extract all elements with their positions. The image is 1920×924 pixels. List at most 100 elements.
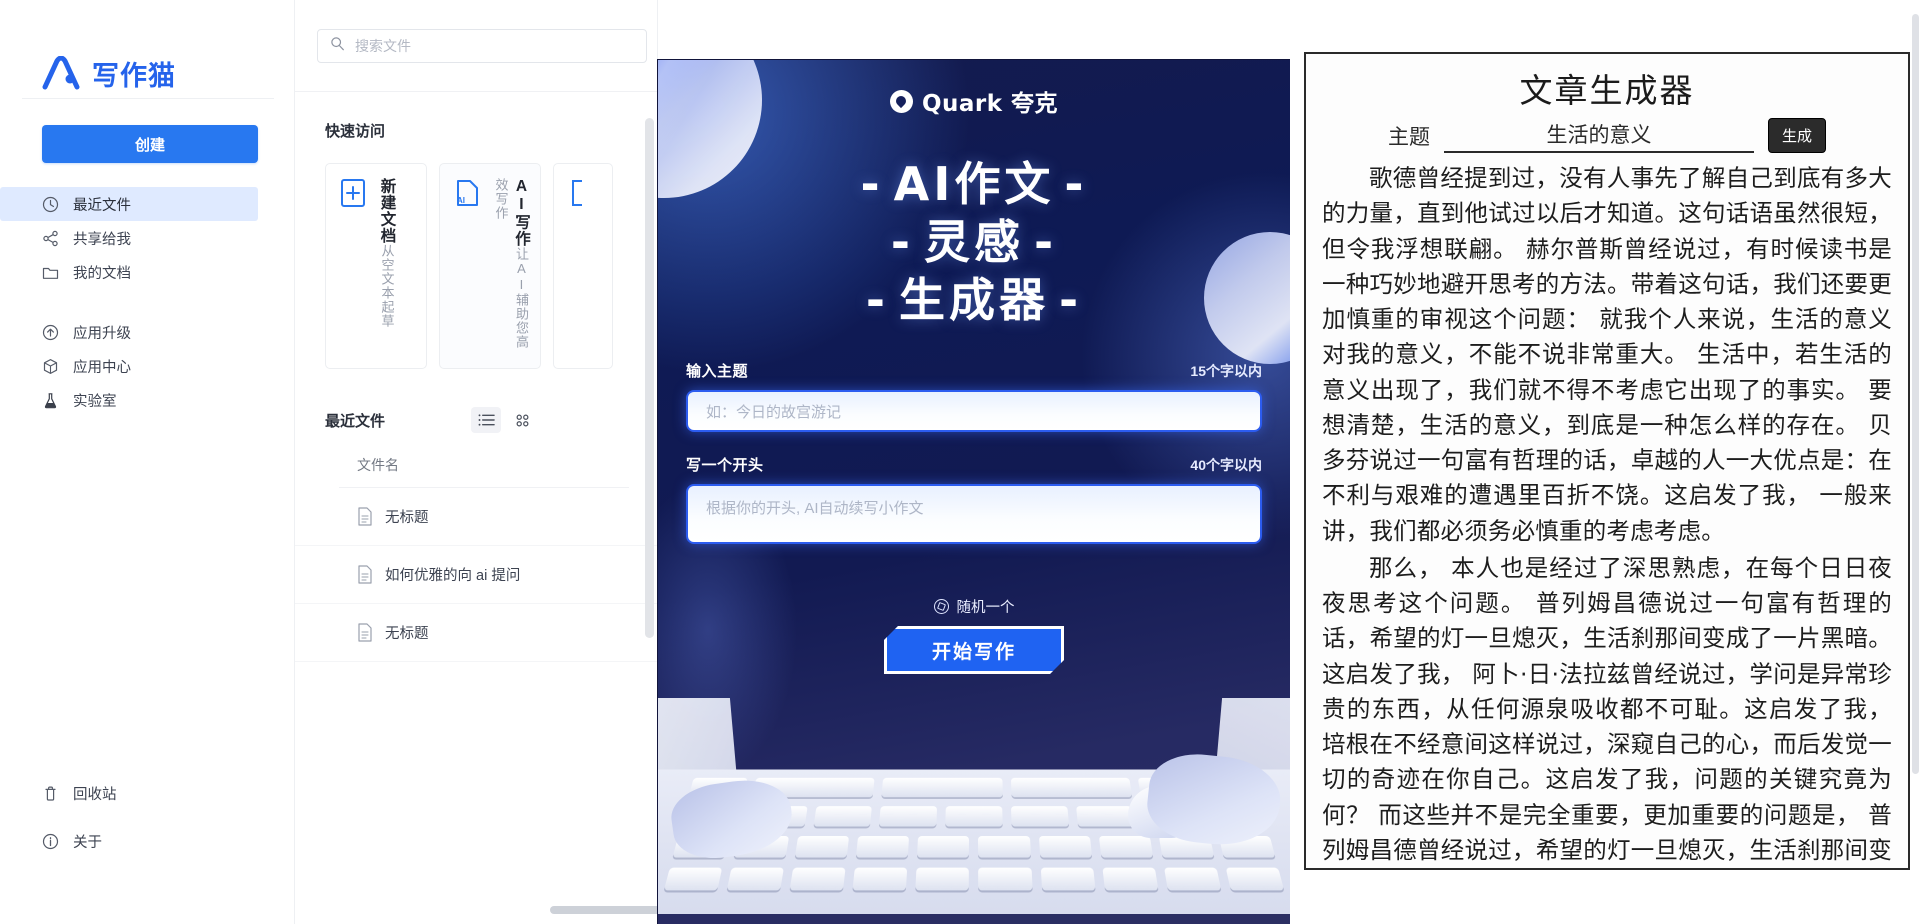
topic-label-row: 输入主题 15个字以内 — [686, 360, 1262, 381]
start-writing-button[interactable]: 开始写作 — [884, 626, 1064, 674]
app-root: 写作猫 创建 最近文件 共享给我 我的文档 应用升级 应用中心 实验室 回收站 … — [0, 0, 1920, 924]
clock-icon — [42, 196, 59, 213]
page-title: 文章生成器 — [1322, 64, 1892, 112]
document-icon — [357, 507, 373, 526]
topic-input-field[interactable]: 生活的意义 — [1444, 119, 1754, 153]
quick-card-title: AI写作 — [513, 178, 530, 247]
sidebar-item-recent-files[interactable]: 最近文件 — [0, 187, 258, 221]
quark-form: 输入主题 15个字以内 如：今日的故宫游记 写一个开头 40个字以内 根据你的开… — [686, 360, 1262, 544]
table-row[interactable]: 无标题 — [295, 488, 657, 546]
document-icon — [357, 623, 373, 642]
sidebar-item-label: 最近文件 — [73, 194, 131, 215]
key — [1040, 868, 1095, 891]
opening-label: 写一个开头 — [686, 454, 764, 475]
sidebar-nav: 最近文件 共享给我 我的文档 应用升级 应用中心 实验室 — [0, 187, 294, 417]
list-view-icon[interactable] — [471, 407, 501, 433]
article-scrollbar[interactable] — [1912, 14, 1919, 774]
column-header-filename: 文件名 — [339, 455, 629, 487]
sidebar-item-lab[interactable]: 实验室 — [0, 383, 258, 417]
sidebar-item-label: 实验室 — [73, 390, 117, 411]
table-row[interactable]: 无标题 — [295, 604, 657, 662]
horizontal-scrollbar[interactable] — [550, 906, 658, 914]
hero-line-3: 生成器 — [856, 272, 1092, 330]
sidebar-item-label: 应用升级 — [73, 322, 131, 343]
quick-card-text: AI写作让AI辅助您高效写作 — [490, 178, 531, 358]
svg-text:AI: AI — [457, 196, 465, 205]
quick-card-new-doc[interactable]: 新建文档从空文本起草 — [325, 163, 427, 369]
sidebar-item-label: 共享给我 — [73, 228, 131, 249]
key — [1011, 806, 1069, 826]
quick-card-desc: 从空文本起草 — [379, 244, 394, 328]
hero-line-1: AI作文 — [851, 156, 1098, 214]
article-controls: 主题 生活的意义 生成 — [1322, 118, 1892, 153]
sidebar-bottom-nav: 回收站 关于 — [0, 776, 294, 872]
cube-icon — [42, 358, 59, 375]
create-button[interactable]: 创建 — [42, 125, 258, 163]
folder-icon — [42, 264, 59, 281]
hero-line-2: 灵感 — [881, 214, 1067, 272]
sidebar-item-app-upgrade[interactable]: 应用升级 — [0, 315, 258, 349]
opening-label-row: 写一个开头 40个字以内 — [686, 454, 1262, 475]
key — [664, 868, 722, 891]
random-topic-label: 随机一个 — [957, 596, 1015, 617]
recent-files-title: 最近文件 — [325, 410, 385, 431]
key — [790, 868, 846, 891]
key — [978, 836, 1030, 858]
hero-title: AI作文 灵感 生成器 — [658, 156, 1290, 330]
quark-mark-icon — [890, 90, 913, 113]
article-frame: 文章生成器 主题 生活的意义 生成 歌德曾经提到过，没有人事先了解自己到底有多大… — [1304, 52, 1910, 870]
key — [916, 868, 970, 891]
recent-files-header: 最近文件 — [295, 369, 657, 433]
quick-access-cards: 新建文档从空文本起草 AI AI写作让AI辅助您高效写作 — [295, 141, 657, 369]
vertical-scrollbar[interactable] — [645, 118, 654, 638]
sidebar-item-label: 回收站 — [73, 783, 117, 804]
form-gap — [686, 432, 1262, 454]
sidebar-item-app-center[interactable]: 应用中心 — [0, 349, 258, 383]
quick-card-ai-writing[interactable]: AI AI写作让AI辅助您高效写作 — [439, 163, 541, 369]
dice-icon — [934, 599, 949, 614]
table-row[interactable]: 如何优雅的向 ai 提问 — [295, 546, 657, 604]
topic-field-label: 主题 — [1388, 121, 1430, 151]
new-doc-icon — [340, 178, 366, 208]
quark-ai-panel: Quark 夸克 AI作文 灵感 生成器 输入主题 15个字以内 如：今日的故宫… — [658, 60, 1290, 924]
key — [882, 778, 1003, 797]
brand: 写作猫 — [0, 0, 294, 98]
generate-button[interactable]: 生成 — [1768, 118, 1826, 153]
doc-bracket-icon — [568, 178, 594, 208]
opening-textarea[interactable]: 根据你的开头, AI自动续写小作文 — [686, 484, 1262, 544]
quick-access-title: 快速访问 — [295, 92, 657, 141]
search-placeholder: 搜索文件 — [355, 36, 411, 56]
trash-icon — [42, 785, 59, 802]
key — [727, 868, 784, 891]
sidebar-item-shared-with-me[interactable]: 共享给我 — [0, 221, 258, 255]
ai-doc-icon: AI — [454, 178, 480, 208]
quick-card-title: 新建文档 — [378, 178, 395, 244]
key — [1038, 836, 1091, 858]
upgrade-icon — [42, 324, 59, 341]
search-input[interactable]: 搜索文件 — [317, 29, 647, 63]
grid-view-icon[interactable] — [507, 407, 537, 433]
article-generator-panel: 文章生成器 主题 生活的意义 生成 歌德曾经提到过，没有人事先了解自己到底有多大… — [1290, 0, 1920, 924]
opening-placeholder: 根据你的开头, AI自动续写小作文 — [706, 497, 924, 518]
file-table-header: 文件名 — [339, 455, 629, 488]
quick-card-text: 新建文档从空文本起草 — [376, 178, 396, 358]
quark-logo: Quark 夸克 — [658, 84, 1290, 118]
key — [856, 836, 909, 858]
key — [1102, 868, 1158, 891]
topic-input[interactable]: 如：今日的故宫游记 — [686, 390, 1262, 432]
sidebar-item-recycle-bin[interactable]: 回收站 — [0, 776, 258, 810]
key — [1011, 778, 1132, 797]
sidebar-item-about[interactable]: 关于 — [0, 824, 258, 858]
random-topic-button[interactable]: 随机一个 — [658, 596, 1290, 617]
file-name: 无标题 — [385, 506, 429, 527]
topic-label: 输入主题 — [686, 360, 748, 381]
brand-name: 写作猫 — [92, 54, 176, 93]
view-toggle-group — [471, 407, 537, 433]
key — [853, 868, 908, 891]
sidebar-item-label: 我的文档 — [73, 262, 131, 283]
sidebar-item-label: 关于 — [73, 831, 102, 852]
sidebar-item-my-documents[interactable]: 我的文档 — [0, 255, 258, 289]
quick-card-partial[interactable] — [553, 163, 613, 369]
key — [795, 836, 849, 858]
writing-cat-logo-icon — [42, 56, 80, 90]
